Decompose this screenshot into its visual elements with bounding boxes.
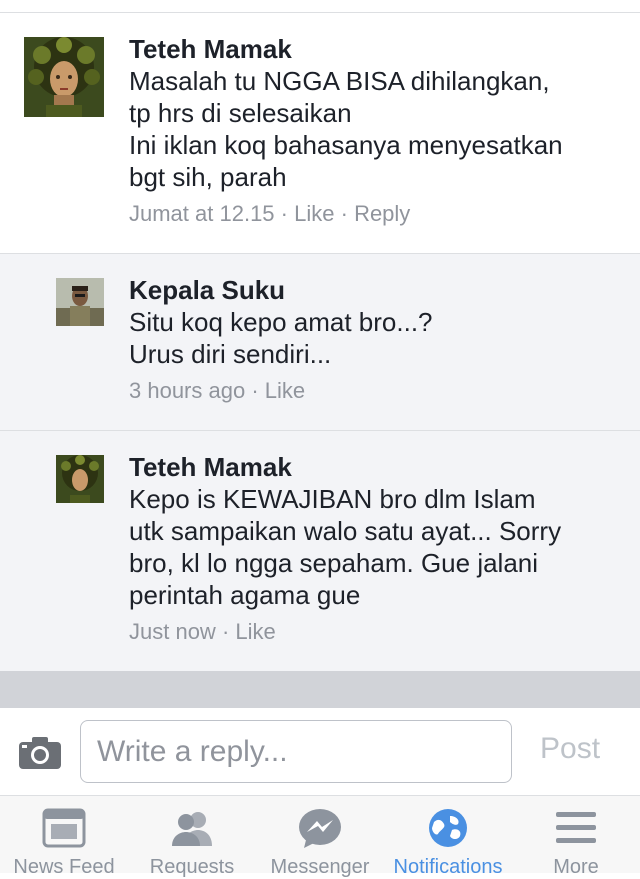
- reply-link[interactable]: Reply: [354, 201, 410, 226]
- globe-icon: [429, 809, 467, 847]
- tab-notifications[interactable]: Notifications: [384, 796, 512, 878]
- meta-separator: ·: [340, 201, 348, 226]
- meta-separator: ·: [280, 201, 288, 226]
- meta-separator: ·: [221, 619, 230, 644]
- comment-line: Situ koq kepo amat bro...?: [129, 307, 433, 337]
- avatar[interactable]: [24, 37, 104, 117]
- comment-author[interactable]: Teteh Mamak: [129, 33, 620, 65]
- reply-item: Kepala Suku Situ koq kepo amat bro...? U…: [0, 254, 640, 431]
- comment-time: 3 hours ago: [129, 378, 246, 403]
- avatar[interactable]: [56, 455, 104, 503]
- menu-icon: [556, 812, 596, 843]
- comment-line: Ini iklan koq bahasanya menyesatkan: [129, 130, 563, 160]
- comment-line: Masalah tu NGGA BISA dihilangkan,: [129, 66, 550, 96]
- comment-item: Teteh Mamak Masalah tu NGGA BISA dihilan…: [0, 13, 640, 254]
- reply-item: Teteh Mamak Kepo is KEWAJIBAN bro dlm Is…: [0, 431, 640, 671]
- comment-line: utk sampaikan walo satu ayat... Sorry: [129, 516, 562, 546]
- meta-separator: ·: [251, 378, 259, 403]
- news-feed-icon: [42, 808, 86, 848]
- comment-line: Urus diri sendiri...: [129, 339, 332, 369]
- comment-line: bgt sih, parah: [129, 162, 287, 192]
- comment-time: Just now: [129, 619, 216, 644]
- comment-time: Jumat at 12.15: [129, 201, 275, 226]
- section-divider: [0, 671, 640, 708]
- like-link[interactable]: Like: [265, 378, 305, 403]
- comment-line: tp hrs di selesaikan: [129, 98, 352, 128]
- like-link[interactable]: Like: [294, 201, 334, 226]
- reply-composer: Post: [0, 708, 640, 796]
- tab-requests[interactable]: Requests: [128, 796, 256, 878]
- comment-meta: Just now · Like: [129, 617, 620, 647]
- comment-body: Masalah tu NGGA BISA dihilangkan, tp hrs…: [129, 65, 620, 193]
- tab-messenger[interactable]: Messenger: [256, 796, 384, 878]
- requests-icon: [172, 812, 212, 846]
- camera-icon[interactable]: [18, 736, 62, 770]
- comment-author[interactable]: Teteh Mamak: [129, 451, 620, 483]
- messenger-icon: [299, 809, 341, 848]
- tab-label: More: [553, 856, 599, 878]
- comment-line: Kepo is KEWAJIBAN bro dlm Islam: [129, 484, 536, 514]
- comment-author[interactable]: Kepala Suku: [129, 274, 620, 306]
- comment-body: Situ koq kepo amat bro...? Urus diri sen…: [129, 306, 620, 370]
- like-link[interactable]: Like: [235, 619, 275, 644]
- comment-meta: 3 hours ago · Like: [129, 376, 620, 406]
- tab-label: Notifications: [393, 856, 503, 878]
- comment-line: bro, kl lo ngga sepaham. Gue jalani: [129, 548, 539, 578]
- tab-news-feed[interactable]: News Feed: [0, 796, 128, 878]
- comment-line: perintah agama gue: [129, 580, 361, 610]
- tab-label: News Feed: [13, 856, 115, 878]
- tab-label: Messenger: [270, 856, 370, 878]
- tab-label: Requests: [149, 856, 235, 878]
- post-button[interactable]: Post: [540, 732, 600, 766]
- reply-input[interactable]: [80, 720, 512, 783]
- comment-meta: Jumat at 12.15 · Like · Reply: [129, 199, 620, 229]
- tab-more[interactable]: More: [512, 796, 640, 878]
- comment-body: Kepo is KEWAJIBAN bro dlm Islam utk samp…: [129, 483, 620, 611]
- tab-bar: News Feed Requests Messenger Notificatio…: [0, 796, 640, 878]
- avatar[interactable]: [56, 278, 104, 326]
